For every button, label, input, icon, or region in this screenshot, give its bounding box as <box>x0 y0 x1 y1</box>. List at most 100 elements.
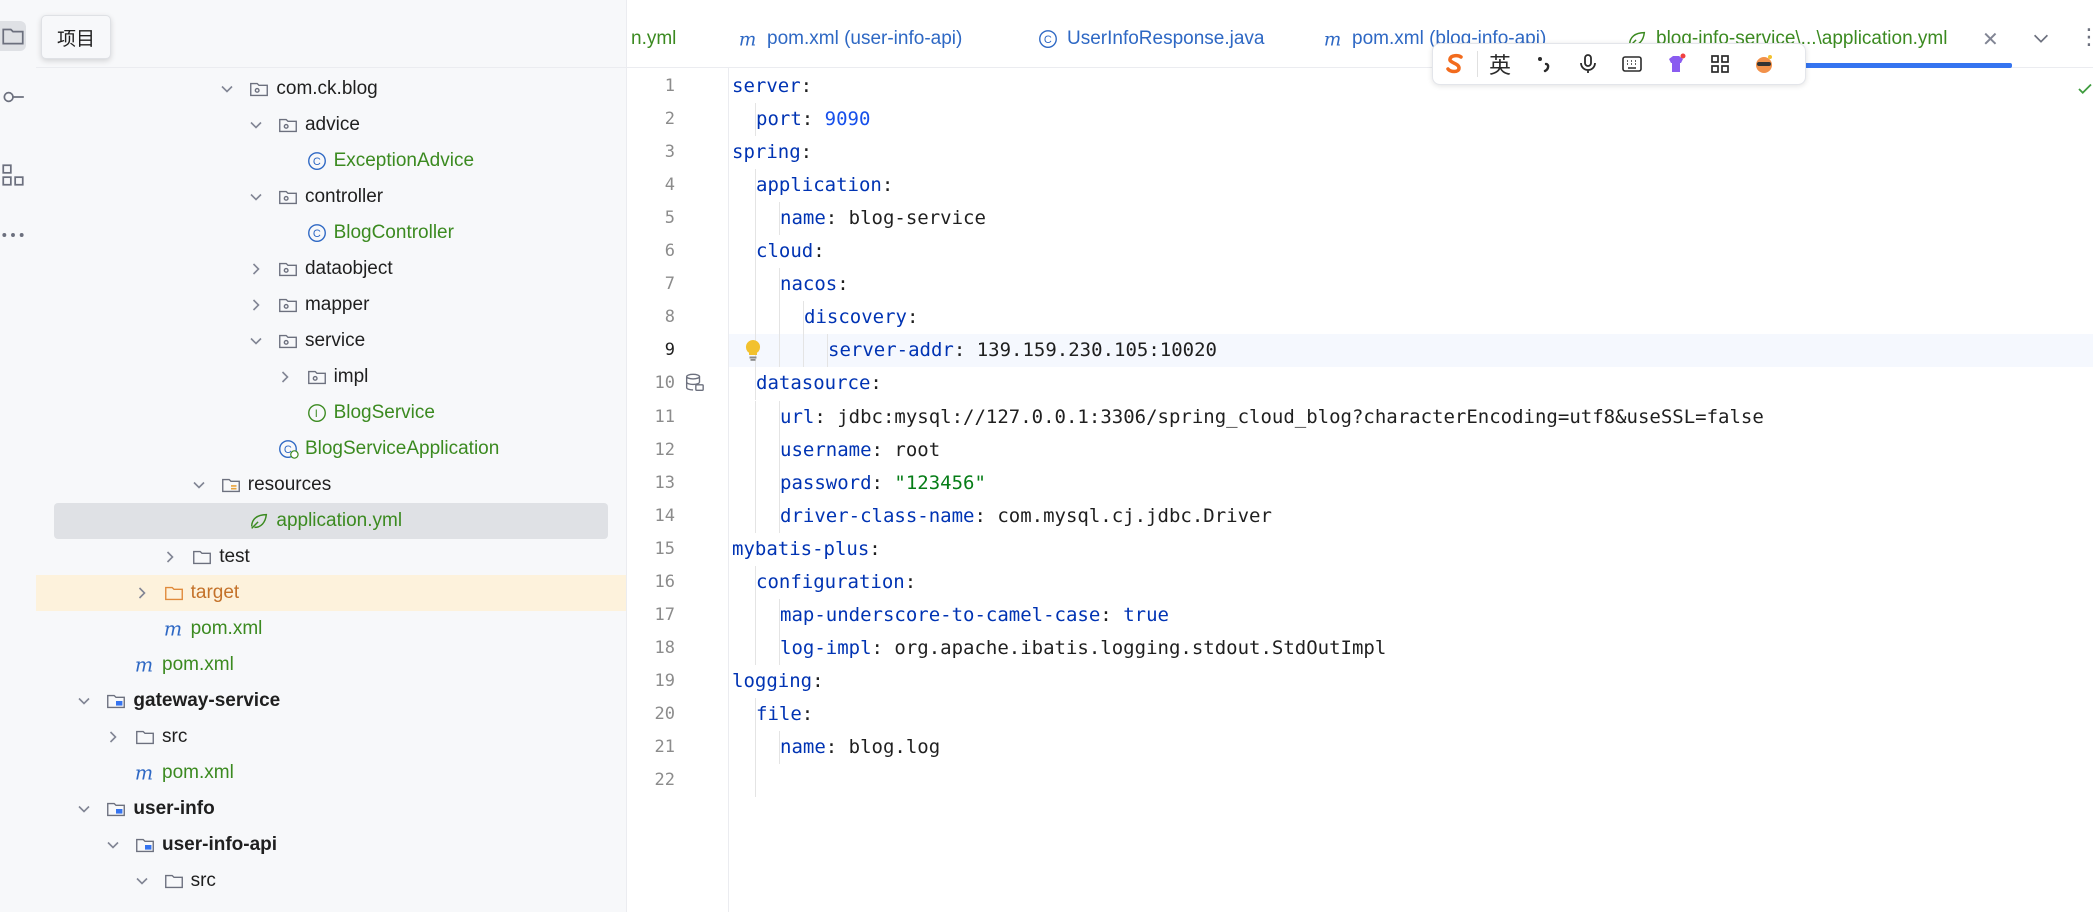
commit-icon[interactable] <box>0 82 26 112</box>
code-line[interactable]: server-addr: 139.159.230.105:10020 <box>828 334 1217 367</box>
code-line[interactable]: url: jdbc:mysql://127.0.0.1:3306/spring_… <box>780 401 1764 434</box>
keyboard-icon[interactable] <box>1610 44 1654 84</box>
tree-row-label: gateway-service <box>133 690 281 711</box>
mascot-icon[interactable] <box>1742 44 1786 84</box>
tree-row[interactable]: C ExceptionAdvice <box>36 143 626 179</box>
code-line[interactable]: name: blog-service <box>780 202 986 235</box>
code-line[interactable]: configuration: <box>756 566 916 599</box>
code-line[interactable]: spring: <box>732 136 812 169</box>
yaml-colon: : <box>801 108 825 131</box>
chevron-down-icon[interactable] <box>192 478 206 492</box>
class-icon: C <box>1037 28 1059 50</box>
tab-application-yml-partial[interactable]: n.yml <box>631 24 676 54</box>
sogou-logo-icon[interactable] <box>1433 44 1477 84</box>
tree-row[interactable]: dataobject <box>36 251 626 287</box>
chevron-right-icon[interactable] <box>163 550 177 564</box>
code-line[interactable]: password: "123456" <box>780 467 986 500</box>
tree-row[interactable]: m pom.xml <box>36 647 626 683</box>
tree-row[interactable]: controller <box>36 179 626 215</box>
tree-row[interactable]: user-info-api <box>36 827 626 863</box>
tree-row[interactable]: user-info <box>36 791 626 827</box>
code-line[interactable]: nacos: <box>780 268 849 301</box>
tree-row[interactable]: src <box>36 863 626 899</box>
chevron-down-icon[interactable] <box>249 190 263 204</box>
structure-icon[interactable] <box>0 160 26 190</box>
chevron-down-icon[interactable] <box>249 118 263 132</box>
code-line[interactable]: log-impl: org.apache.ibatis.logging.stdo… <box>780 632 1386 665</box>
chevron-down-icon[interactable] <box>220 82 234 96</box>
tree-row[interactable]: m pom.xml <box>36 755 626 791</box>
yaml-value: blog.log <box>848 736 941 758</box>
yaml-key: log-impl <box>780 636 872 659</box>
project-tool-icon[interactable] <box>0 21 26 51</box>
chevron-right-icon[interactable] <box>106 730 120 744</box>
tree-row[interactable]: mapper <box>36 287 626 323</box>
tree-row[interactable]: service <box>36 323 626 359</box>
code-line[interactable]: map-underscore-to-camel-case: true <box>780 599 1169 632</box>
chevron-down-icon[interactable] <box>77 802 91 816</box>
more-icon[interactable] <box>0 220 26 250</box>
close-tab-icon[interactable]: ✕ <box>1982 27 1999 52</box>
chevron-right-icon[interactable] <box>135 586 149 600</box>
chevron-right-icon[interactable] <box>249 298 263 312</box>
spring-class-icon: C <box>277 438 299 460</box>
svg-text:m: m <box>1324 29 1341 50</box>
code-line[interactable]: mybatis-plus: <box>732 533 881 566</box>
code-line[interactable]: cloud: <box>756 235 825 268</box>
chevron-down-icon[interactable] <box>135 874 149 888</box>
code-line[interactable]: application: <box>756 169 893 202</box>
tab-userinforesponse-java[interactable]: C UserInfoResponse.java <box>1037 24 1265 54</box>
tree-row[interactable]: gateway-service <box>36 683 626 719</box>
package-icon <box>248 78 270 100</box>
tree-row[interactable]: C BlogServiceApplication <box>36 431 626 467</box>
code-line[interactable]: logging: <box>732 665 824 698</box>
chevron-down-icon[interactable] <box>2030 27 2052 49</box>
tree-row[interactable]: advice <box>36 107 626 143</box>
code-line[interactable]: driver-class-name: com.mysql.cj.jdbc.Dri… <box>780 500 1272 533</box>
more-vertical-icon[interactable]: ⋮ <box>2078 24 2093 50</box>
tree-row[interactable]: m pom.xml <box>36 611 626 647</box>
lightbulb-icon[interactable] <box>742 338 764 362</box>
tree-row[interactable]: application.yml <box>36 503 626 539</box>
indent-guide <box>755 631 756 665</box>
code-line[interactable]: port: 9090 <box>756 103 870 136</box>
code-line[interactable]: datasource: <box>756 367 882 400</box>
punctuation-icon[interactable] <box>1522 44 1566 84</box>
tab-pom-user-info-api[interactable]: m pom.xml (user-info-api) <box>737 24 962 54</box>
tree-row[interactable]: impl <box>36 359 626 395</box>
indent-guide <box>755 103 756 137</box>
code-line[interactable]: server: <box>732 70 812 103</box>
code-line[interactable]: username: root <box>780 434 940 467</box>
chevron-down-icon[interactable] <box>77 694 91 708</box>
tree-row[interactable]: target <box>36 575 626 611</box>
skin-icon[interactable] <box>1654 44 1698 84</box>
toolbox-icon[interactable] <box>1698 44 1742 84</box>
maven-icon: m <box>134 654 156 676</box>
database-icon[interactable] <box>683 372 705 394</box>
tree-row[interactable]: test <box>36 539 626 575</box>
chevron-down-icon[interactable] <box>249 334 263 348</box>
tree-row-label: user-info <box>133 798 215 819</box>
package-icon <box>277 258 299 280</box>
code-line[interactable]: discovery: <box>804 301 918 334</box>
indent-guide <box>803 334 804 368</box>
tree-row[interactable]: src <box>36 719 626 755</box>
chevron-down-icon[interactable] <box>106 838 120 852</box>
ime-language-toggle[interactable]: 英 <box>1478 44 1522 84</box>
project-tooltip: 项目 <box>41 15 111 59</box>
line-number: 3 <box>664 142 675 163</box>
chevron-right-icon[interactable] <box>278 370 292 384</box>
chevron-right-icon[interactable] <box>249 262 263 276</box>
code-line[interactable]: name: blog.log <box>780 731 940 764</box>
yaml-key: logging <box>732 669 813 692</box>
line-number: 4 <box>664 175 675 196</box>
yaml-value: blog-service <box>848 207 986 230</box>
tree-row[interactable]: resources <box>36 467 626 503</box>
microphone-icon[interactable] <box>1566 44 1610 84</box>
tree-row[interactable]: C BlogController <box>36 215 626 251</box>
line-number: 18 <box>654 637 675 658</box>
tree-row[interactable]: com.ck.blog <box>36 71 626 107</box>
code-line[interactable]: file: <box>756 698 813 731</box>
tree-row[interactable]: I BlogService <box>36 395 626 431</box>
project-tree[interactable]: com.ck.blog advice C ExceptionAdvice control… <box>36 0 626 912</box>
